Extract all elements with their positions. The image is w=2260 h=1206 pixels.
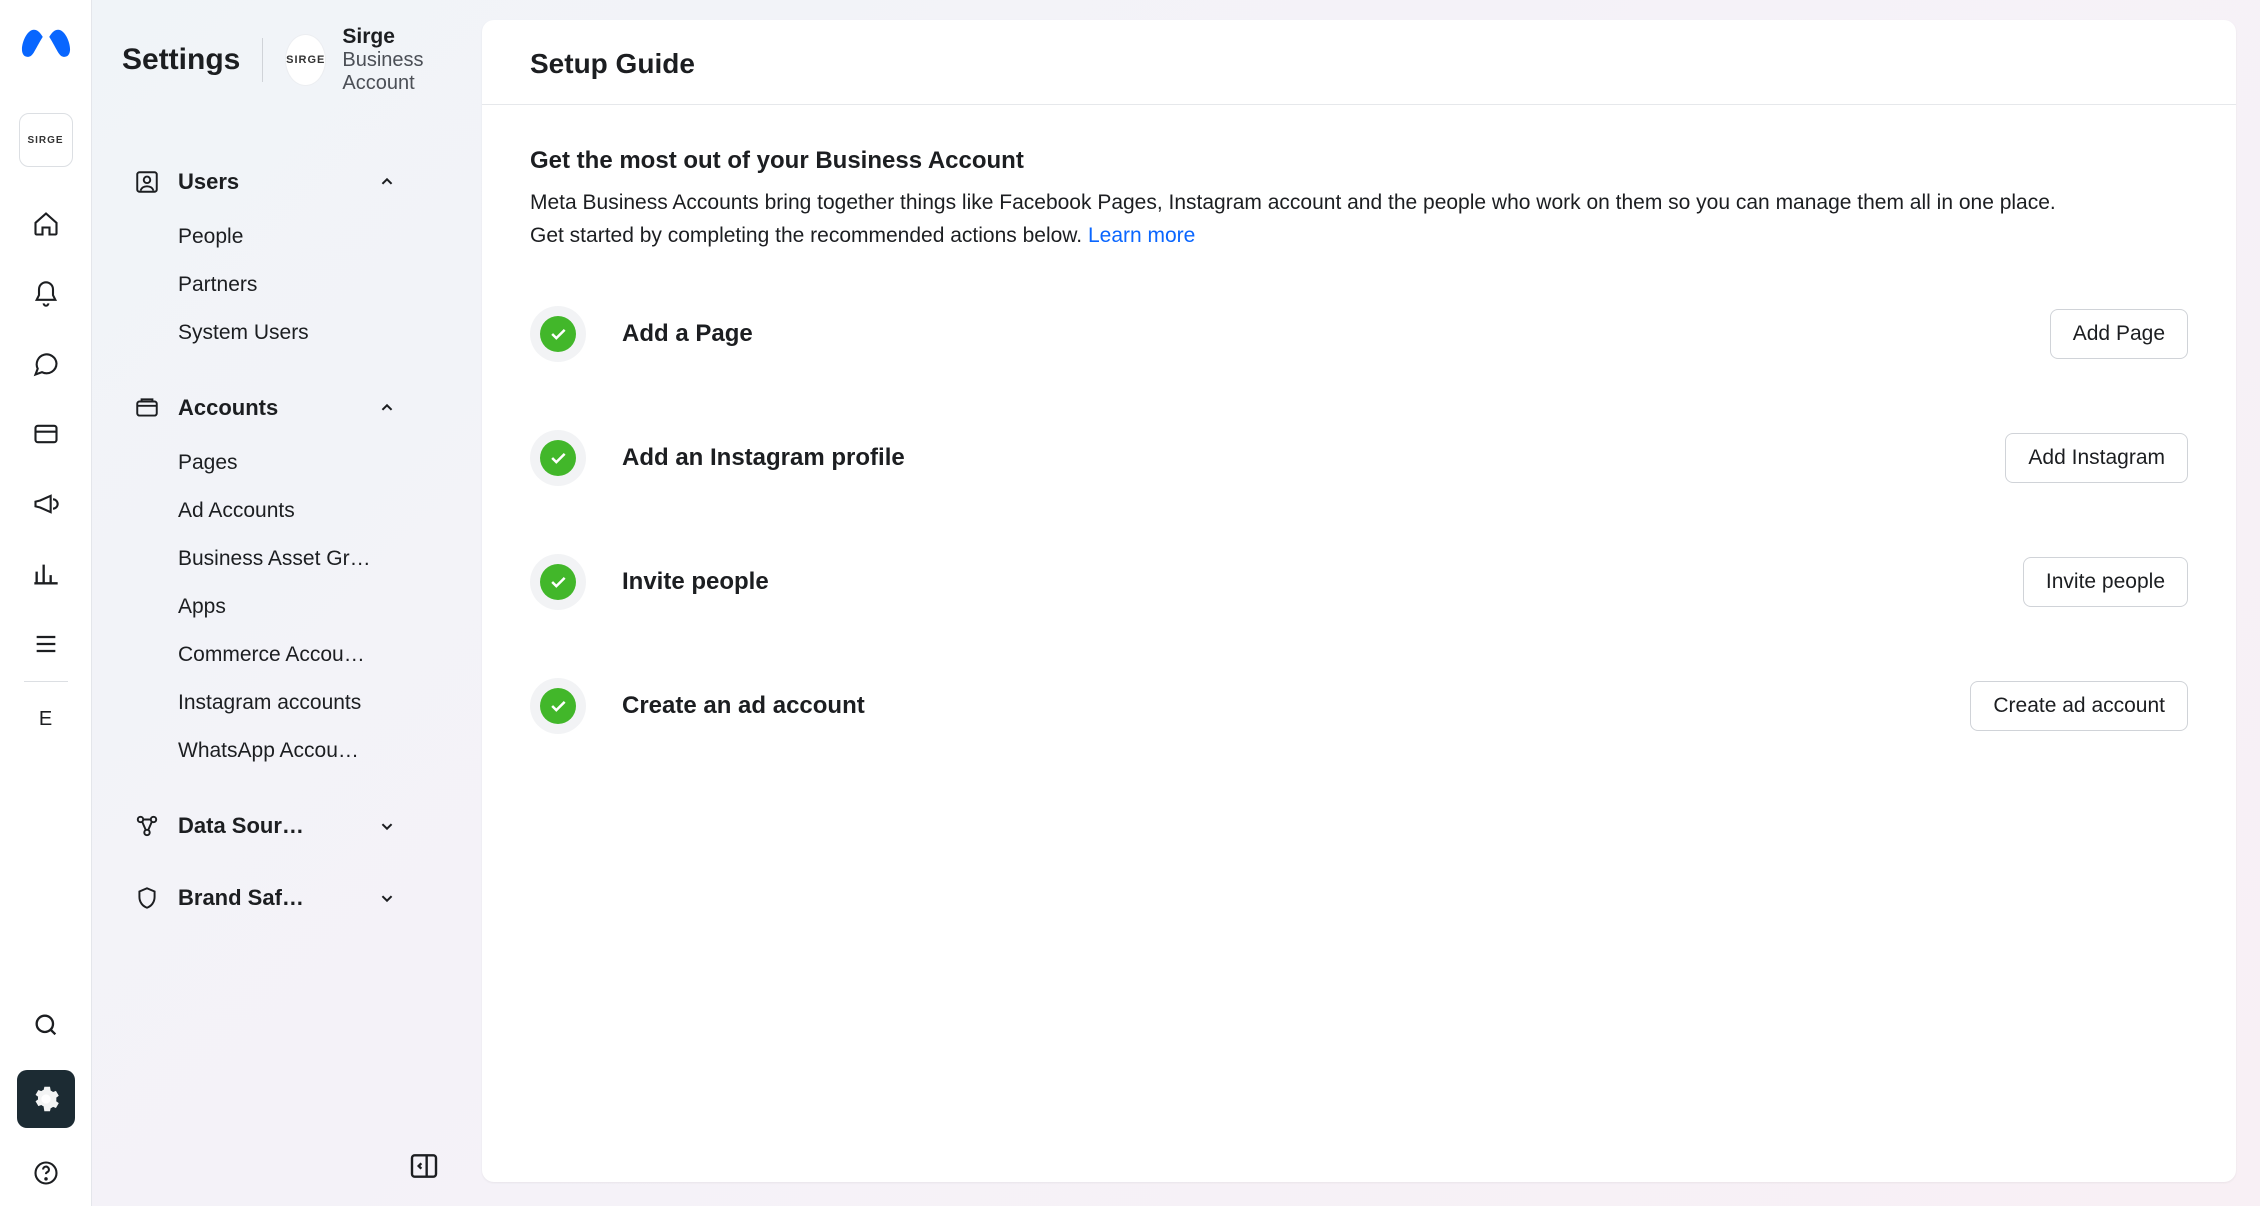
step-label: Create an ad account	[622, 692, 1970, 720]
card-title: Setup Guide	[530, 48, 2188, 80]
chevron-up-icon	[376, 171, 398, 193]
sidebar-item-whatsapp-accounts[interactable]: WhatsApp Accou…	[178, 739, 418, 763]
step-create-ad-account: Create an ad account Create ad account	[530, 678, 2188, 734]
main-content: Setup Guide Get the most out of your Bus…	[482, 0, 2260, 1206]
sidebar-section-label: Data Sour…	[178, 813, 358, 839]
search-icon[interactable]	[31, 1010, 61, 1040]
help-icon[interactable]	[31, 1158, 61, 1188]
sidebar-item-ad-accounts[interactable]: Ad Accounts	[178, 499, 418, 523]
sidebar-item-system-users[interactable]: System Users	[178, 321, 418, 345]
business-logo: SIRGE	[285, 34, 326, 86]
megaphone-icon[interactable]	[31, 489, 61, 519]
sidebar-section-label: Accounts	[178, 395, 358, 421]
add-instagram-button[interactable]: Add Instagram	[2005, 433, 2188, 483]
bell-icon[interactable]	[31, 279, 61, 309]
sidebar-section-data-sources[interactable]: Data Sour…	[122, 799, 464, 853]
rail-divider	[24, 681, 68, 682]
page-title: Settings	[122, 43, 240, 77]
business-subtitle: Business Account	[342, 49, 464, 95]
header-divider	[262, 38, 263, 82]
intro-text-body: Meta Business Accounts bring together th…	[530, 191, 2056, 247]
create-ad-account-button[interactable]: Create ad account	[1970, 681, 2188, 731]
step-label: Add a Page	[622, 320, 2050, 348]
data-sources-icon	[134, 813, 160, 839]
intro-text: Meta Business Accounts bring together th…	[530, 187, 2090, 252]
step-add-instagram: Add an Instagram profile Add Instagram	[530, 430, 2188, 486]
sidebar-section-label: Users	[178, 169, 358, 195]
step-add-page: Add a Page Add Page	[530, 306, 2188, 362]
left-rail: SIRGE E	[0, 0, 92, 1206]
business-selector[interactable]: SIRGE Sirge Business Account	[285, 24, 464, 95]
business-name: Sirge	[342, 24, 464, 49]
chevron-up-icon	[376, 397, 398, 419]
sidebar-section-users[interactable]: Users	[122, 155, 464, 209]
users-icon	[134, 169, 160, 195]
learn-more-link[interactable]: Learn more	[1088, 224, 1195, 247]
sidebar-item-pages[interactable]: Pages	[178, 451, 418, 475]
step-label: Invite people	[622, 568, 2023, 596]
chat-icon[interactable]	[31, 349, 61, 379]
home-icon[interactable]	[31, 209, 61, 239]
sidebar-item-apps[interactable]: Apps	[178, 595, 418, 619]
sidebar-item-people[interactable]: People	[178, 225, 418, 249]
posts-icon[interactable]	[31, 419, 61, 449]
sidebar-item-business-asset-groups[interactable]: Business Asset Gr…	[178, 547, 418, 571]
sidebar-section-label: Brand Saf…	[178, 885, 358, 911]
shield-icon	[134, 885, 160, 911]
insights-icon[interactable]	[31, 559, 61, 589]
check-icon	[530, 678, 586, 734]
invite-people-button[interactable]: Invite people	[2023, 557, 2188, 607]
user-initial[interactable]: E	[39, 708, 52, 731]
sidebar-item-instagram-accounts[interactable]: Instagram accounts	[178, 691, 418, 715]
chevron-down-icon	[376, 815, 398, 837]
check-icon	[530, 554, 586, 610]
check-icon	[530, 430, 586, 486]
add-page-button[interactable]: Add Page	[2050, 309, 2188, 359]
check-icon	[530, 306, 586, 362]
menu-icon[interactable]	[31, 629, 61, 659]
settings-icon[interactable]	[17, 1070, 75, 1128]
sidebar-item-partners[interactable]: Partners	[178, 273, 418, 297]
chevron-down-icon	[376, 887, 398, 909]
intro-title: Get the most out of your Business Accoun…	[530, 147, 2188, 175]
step-label: Add an Instagram profile	[622, 444, 2005, 472]
sidebar-section-accounts[interactable]: Accounts	[122, 381, 464, 435]
business-avatar[interactable]: SIRGE	[19, 113, 73, 167]
collapse-sidebar-icon[interactable]	[408, 1150, 442, 1184]
accounts-icon	[134, 395, 160, 421]
settings-sidebar: Settings SIRGE Sirge Business Account Us…	[92, 0, 482, 1206]
sidebar-section-brand-safety[interactable]: Brand Saf…	[122, 871, 464, 925]
meta-logo-icon[interactable]	[20, 20, 72, 77]
step-invite-people: Invite people Invite people	[530, 554, 2188, 610]
sidebar-item-commerce-accounts[interactable]: Commerce Accou…	[178, 643, 418, 667]
